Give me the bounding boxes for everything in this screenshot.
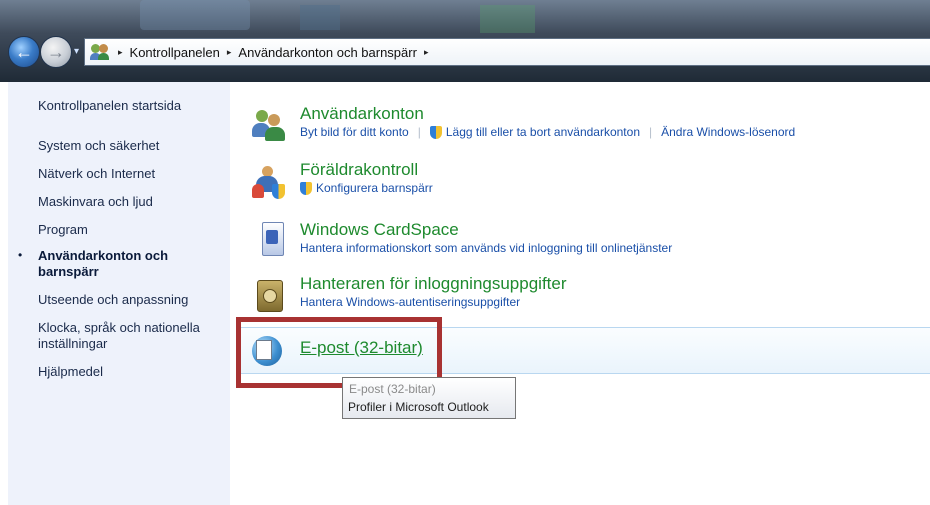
category-title-cardspace[interactable]: Windows CardSpace: [300, 220, 672, 240]
link-change-password[interactable]: Ändra Windows-lösenord: [661, 125, 795, 139]
link-configure-parental-controls[interactable]: Konfigurera barnspärr: [316, 181, 433, 195]
user-accounts-icon: [89, 43, 111, 61]
background-blur: [300, 5, 340, 30]
uac-shield-icon: [429, 125, 442, 139]
family-safety-icon[interactable]: [252, 166, 286, 200]
sidebar-item-user-accounts[interactable]: Användarkonton och barnspärr: [38, 248, 198, 280]
background-blur: [480, 5, 535, 33]
sidebar-item-ease-of-access[interactable]: Hjälpmedel: [38, 364, 103, 380]
title-bar: ← → ▾ ▸ Kontrollpanelen ▸ Användarkonton…: [0, 0, 930, 82]
back-arrow-icon: ←: [15, 41, 33, 62]
category-title-parental-controls[interactable]: Föräldrakontroll: [300, 160, 433, 180]
address-bar[interactable]: ▸ Kontrollpanelen ▸ Användarkonton och b…: [84, 38, 930, 66]
breadcrumb-separator-icon[interactable]: ▸: [424, 47, 429, 58]
forward-arrow-icon: →: [47, 41, 65, 62]
tooltip-text: Profiler i Microsoft Outlook: [348, 400, 489, 414]
link-manage-information-cards[interactable]: Hantera informationskort som används vid…: [300, 241, 672, 255]
breadcrumb-separator-icon[interactable]: ▸: [227, 47, 232, 58]
sidebar-item-hardware-sound[interactable]: Maskinvara och ljud: [38, 194, 153, 210]
active-bullet-icon: •: [18, 248, 23, 262]
link-change-picture[interactable]: Byt bild för ditt konto: [300, 125, 409, 139]
breadcrumb-separator-icon[interactable]: ▸: [118, 47, 123, 58]
uac-shield-icon: [300, 181, 312, 195]
tooltip: E-post (32-bitar) Profiler i Microsoft O…: [342, 377, 516, 419]
category-user-accounts: Användarkonton Byt bild för ditt konto |…: [300, 104, 795, 139]
category-title-credential-manager[interactable]: Hanteraren för inloggningsuppgifter: [300, 274, 567, 294]
sidebar-item-system-security[interactable]: System och säkerhet: [38, 138, 159, 154]
credential-vault-icon[interactable]: [252, 278, 286, 312]
category-title-user-accounts[interactable]: Användarkonton: [300, 104, 795, 124]
category-cardspace: Windows CardSpace Hantera informationsko…: [300, 220, 672, 255]
background-blur: [140, 0, 250, 30]
link-add-remove-accounts[interactable]: Lägg till eller ta bort användarkonton: [446, 125, 640, 139]
sidebar-item-appearance[interactable]: Utseende och anpassning: [38, 292, 188, 308]
breadcrumb-control-panel[interactable]: Kontrollpanelen: [130, 45, 220, 60]
link-manage-windows-credentials[interactable]: Hantera Windows-autentiseringsuppgifter: [300, 295, 520, 309]
users-icon[interactable]: [252, 108, 286, 142]
breadcrumb-user-accounts[interactable]: Användarkonton och barnspärr: [238, 45, 417, 60]
back-button[interactable]: ←: [8, 36, 40, 68]
cardspace-icon[interactable]: [256, 222, 290, 256]
forward-button[interactable]: →: [40, 36, 72, 68]
recent-pages-dropdown-icon[interactable]: ▾: [74, 46, 79, 57]
category-parental-controls: Föräldrakontroll Konfigurera barnspärr: [300, 160, 433, 195]
sidebar-item-programs[interactable]: Program: [38, 222, 88, 238]
link-separator: |: [649, 125, 653, 139]
sidebar: Kontrollpanelen startsida System och säk…: [8, 82, 230, 505]
category-credential-manager: Hanteraren för inloggningsuppgifter Hant…: [300, 274, 567, 309]
sidebar-item-home[interactable]: Kontrollpanelen startsida: [38, 98, 181, 114]
sidebar-item-clock-language[interactable]: Klocka, språk och nationella inställning…: [38, 320, 218, 352]
link-separator: |: [417, 125, 421, 139]
sidebar-item-network[interactable]: Nätverk och Internet: [38, 166, 155, 182]
tooltip-title: E-post (32-bitar): [349, 382, 436, 396]
